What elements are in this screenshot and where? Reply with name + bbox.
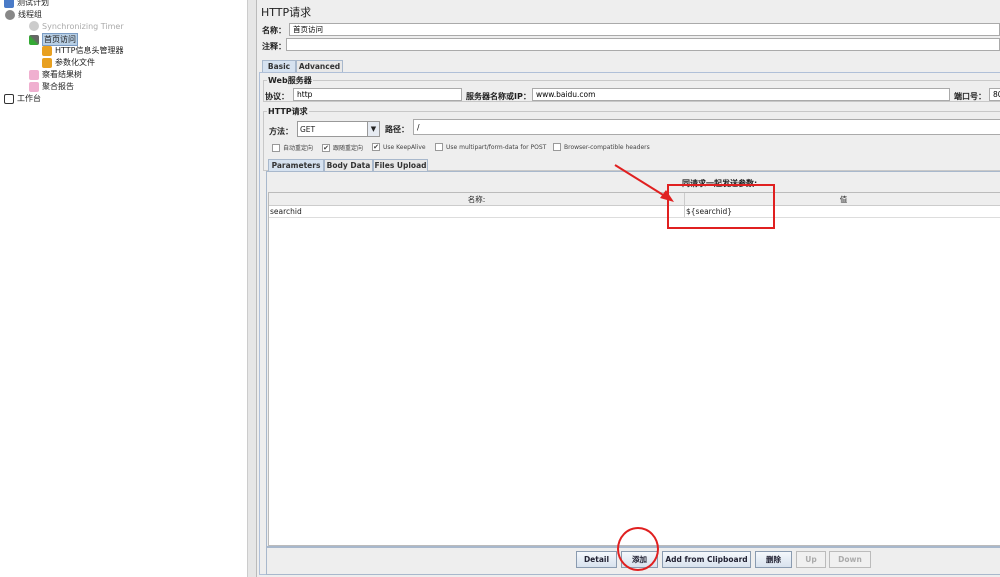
annotation-arrow-icon: [614, 164, 674, 202]
test-plan-tree: 测试计划 线程组 Synchronizing Timer 首页访问 HTTP信息…: [0, 0, 247, 577]
tree-item-workbench[interactable]: 工作台: [4, 93, 41, 104]
port-label: 端口号：: [954, 92, 986, 101]
tree-scrollbar[interactable]: [247, 0, 257, 577]
highlight-circle: [617, 527, 659, 571]
tree-item-csv-config[interactable]: 参数化文件: [42, 57, 95, 68]
tree-item-sync-timer[interactable]: Synchronizing Timer: [29, 21, 124, 31]
gear-icon: [5, 9, 15, 20]
parameters-table: 名称: 值 searchid ${searchid}: [268, 192, 1000, 546]
test-plan-icon: [4, 0, 14, 8]
tab-parameters[interactable]: Parameters: [268, 159, 324, 171]
up-button[interactable]: Up: [796, 551, 826, 568]
port-input[interactable]: [989, 88, 1000, 101]
listener-icon: [29, 81, 39, 92]
chevron-down-icon: ▼: [367, 122, 379, 136]
web-server-legend: Web服务器: [267, 75, 313, 86]
tab-basic[interactable]: Basic: [262, 60, 296, 72]
config-icon: [42, 45, 52, 56]
server-label: 服务器名称或IP：: [466, 92, 531, 101]
sampler-icon: [29, 34, 39, 45]
auto-redirect-checkbox[interactable]: 自动重定向: [272, 143, 313, 152]
path-input[interactable]: [413, 119, 1000, 135]
highlight-box: [667, 184, 775, 229]
config-icon: [42, 57, 52, 68]
tree-item-thread-group[interactable]: 线程组: [5, 9, 42, 20]
page-title: HTTP请求: [261, 6, 312, 19]
multipart-checkbox[interactable]: Use multipart/form-data for POST: [435, 143, 546, 151]
add-from-clipboard-button[interactable]: Add from Clipboard: [662, 551, 751, 568]
tree-item-test-plan[interactable]: 测试计划: [4, 0, 49, 8]
tree-item-aggregate-report[interactable]: 聚合报告: [29, 81, 74, 92]
keepalive-checkbox[interactable]: ✔ Use KeepAlive: [372, 143, 426, 151]
comment-input[interactable]: [286, 38, 1000, 51]
follow-redirect-checkbox[interactable]: ✔ 跟随重定向: [322, 143, 363, 152]
delete-button[interactable]: 删除: [755, 551, 792, 568]
tree-item-results-tree[interactable]: 察看结果树: [29, 69, 82, 80]
listener-icon: [29, 69, 39, 80]
server-input[interactable]: [532, 88, 950, 101]
workbench-icon: [4, 93, 14, 104]
tab-files-upload[interactable]: Files Upload: [373, 159, 428, 171]
detail-button[interactable]: Detail: [576, 551, 617, 568]
protocol-input[interactable]: [293, 88, 462, 101]
path-label: 路径：: [385, 125, 409, 134]
down-button[interactable]: Down: [829, 551, 871, 568]
tree-item-header-manager[interactable]: HTTP信息头管理器: [42, 45, 123, 56]
tab-body-data[interactable]: Body Data: [324, 159, 373, 171]
name-input[interactable]: [289, 23, 1000, 36]
tab-advanced[interactable]: Advanced: [296, 60, 343, 72]
protocol-label: 协议：: [265, 92, 289, 101]
method-label: 方法：: [269, 127, 293, 136]
timer-icon: [29, 21, 39, 31]
http-request-legend: HTTP请求: [267, 106, 309, 117]
browser-headers-checkbox[interactable]: Browser-compatible headers: [553, 143, 650, 151]
name-label: 名称：: [262, 26, 286, 35]
comment-label: 注释：: [262, 42, 286, 51]
method-select[interactable]: GET ▼: [297, 121, 380, 137]
